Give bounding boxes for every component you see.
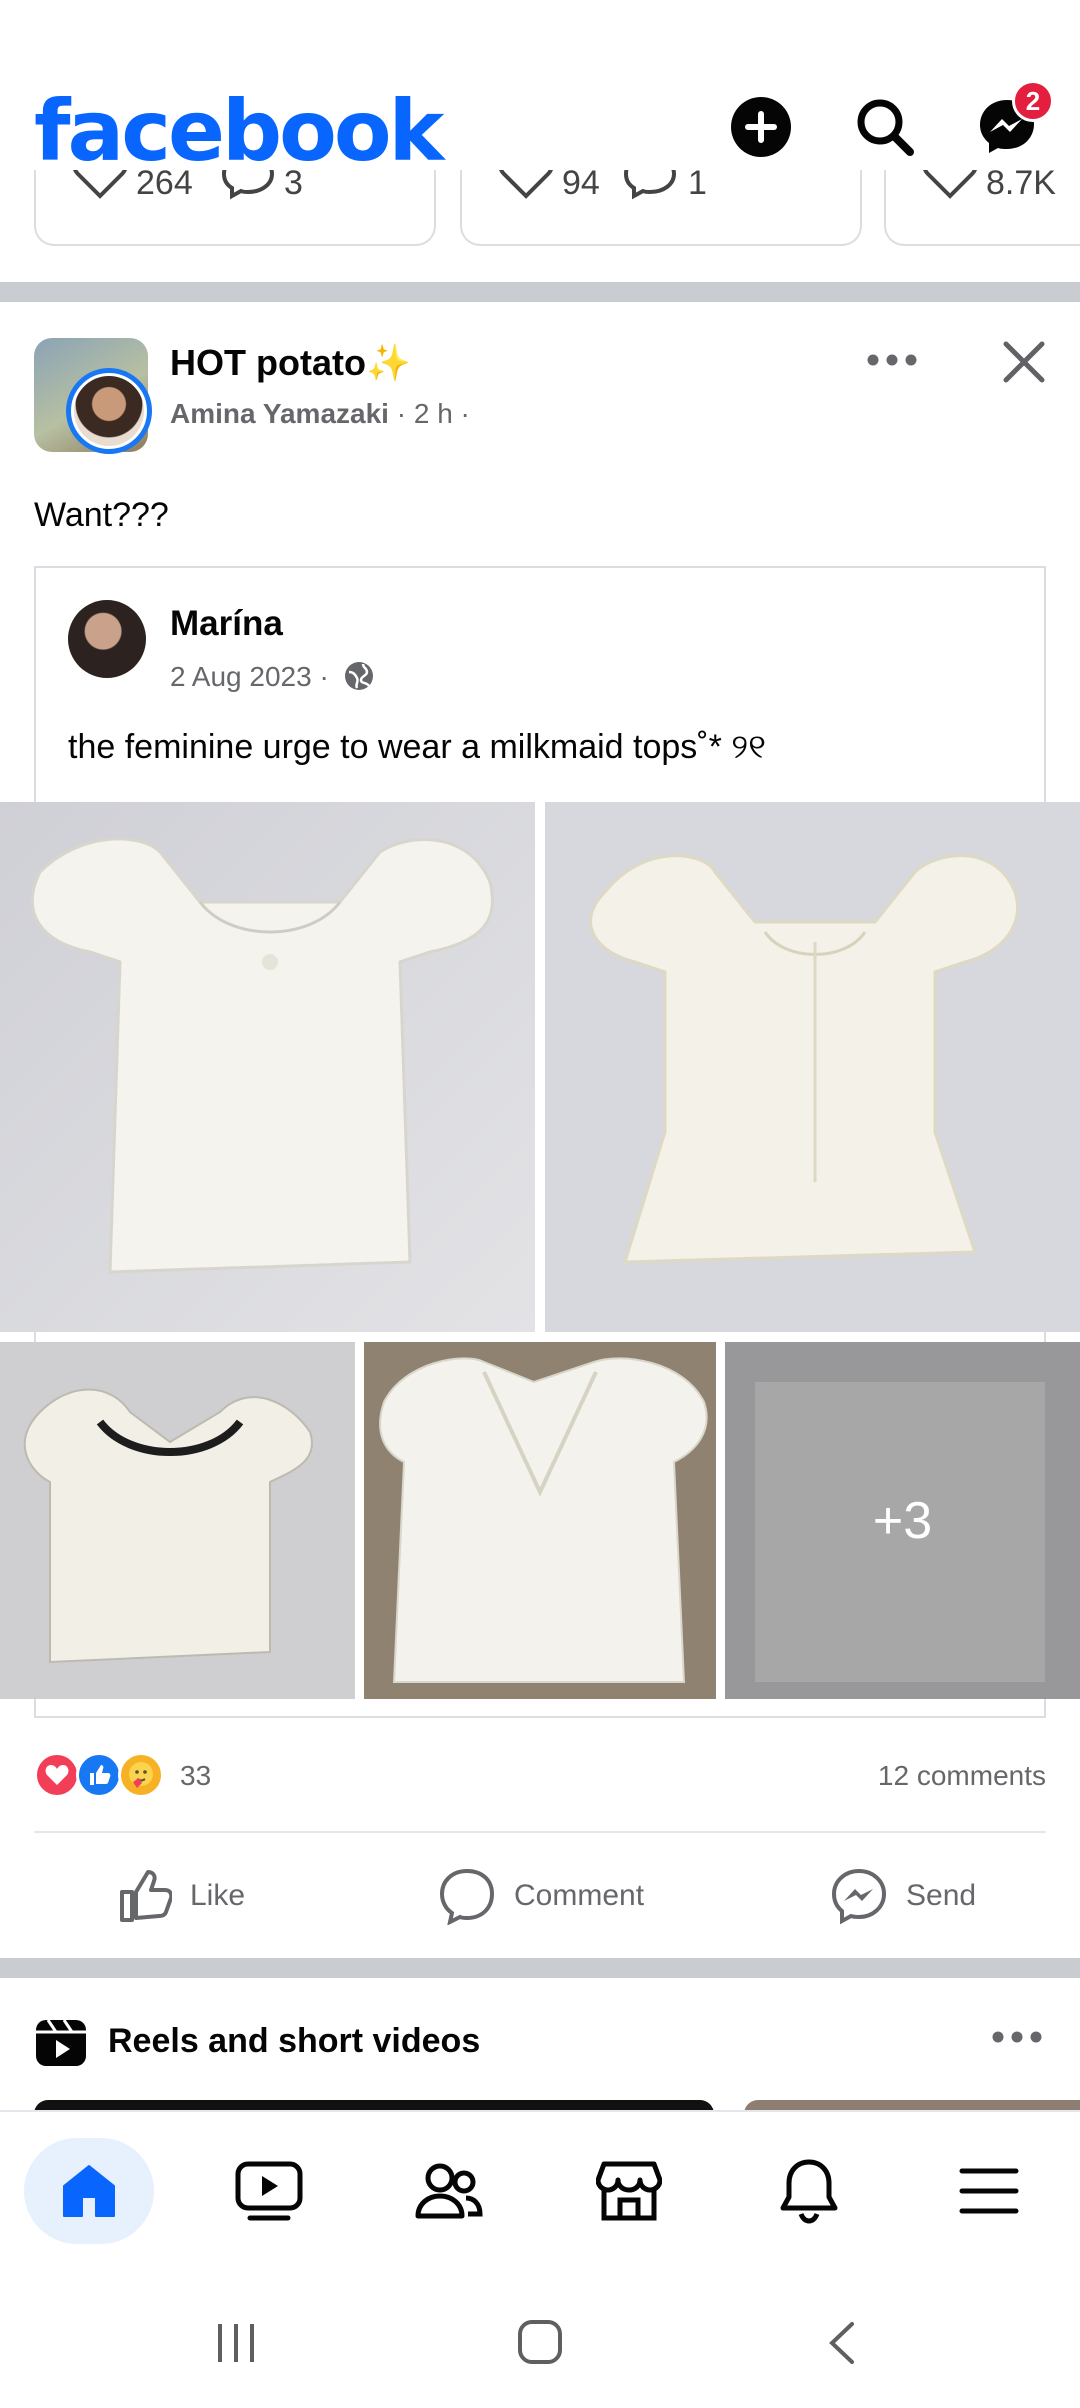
hide-post-button[interactable] xyxy=(996,334,1052,390)
plus-icon xyxy=(731,97,791,157)
shared-post-text: the feminine urge to wear a milkmaid top… xyxy=(68,728,766,766)
story-likes: 264 xyxy=(136,170,193,202)
bell-icon xyxy=(780,2159,838,2224)
globe-icon xyxy=(344,662,373,690)
group-name[interactable]: HOT potato✨ xyxy=(170,342,411,384)
back-button[interactable] xyxy=(824,2320,858,2371)
heart-outline-icon xyxy=(923,170,977,199)
shared-post-date: 2 Aug 2023 · xyxy=(170,660,375,693)
facebook-logo: facebook xyxy=(34,82,444,180)
milkmaid-top-image xyxy=(0,802,535,1332)
nav-home[interactable] xyxy=(24,2138,154,2244)
photo-1[interactable] xyxy=(0,802,535,1332)
story-likes: 8.7K xyxy=(986,170,1056,202)
story-comments: 1 xyxy=(688,170,707,202)
shared-author-name[interactable]: Marína xyxy=(170,604,283,644)
care-reaction-icon xyxy=(118,1752,164,1798)
messenger-send-icon xyxy=(831,1868,887,1925)
more-options-button[interactable] xyxy=(862,340,922,380)
nav-video[interactable] xyxy=(204,2138,334,2244)
marketplace-icon xyxy=(596,2161,662,2221)
nav-friends[interactable] xyxy=(384,2138,514,2244)
menu-icon xyxy=(959,2168,1019,2214)
bottom-navigation xyxy=(0,2110,1080,2270)
comment-label: Comment xyxy=(514,1879,645,1912)
comments-count[interactable]: 12 comments xyxy=(878,1760,1046,1792)
more-dots-icon xyxy=(992,2031,1042,2043)
notification-badge: 2 xyxy=(1012,80,1054,122)
story-card[interactable]: 8.7K xyxy=(884,170,1080,246)
reaction-icons[interactable] xyxy=(34,1752,164,1800)
milkmaid-top-image xyxy=(545,802,1080,1332)
close-icon xyxy=(1003,341,1045,383)
like-icon xyxy=(120,1870,172,1922)
divider xyxy=(34,1831,1046,1833)
comment-button[interactable]: Comment xyxy=(438,1860,644,1932)
create-button[interactable] xyxy=(726,92,796,162)
send-button[interactable]: Send xyxy=(830,1860,976,1932)
feed-separator xyxy=(0,282,1080,302)
heart-outline-icon xyxy=(499,170,553,199)
author-avatar[interactable] xyxy=(66,368,152,454)
post-meta: Amina Yamazaki · 2 h · xyxy=(170,398,470,429)
reels-icon xyxy=(34,2014,88,2068)
app-screen: facebook 2 264 3 94 1 8.7K HOT potato✨ A… xyxy=(0,0,1080,2408)
heart-outline-icon xyxy=(73,170,127,199)
search-button[interactable] xyxy=(850,92,920,162)
nav-notifications[interactable] xyxy=(744,2138,874,2244)
story-card[interactable]: 94 1 xyxy=(460,170,862,246)
search-icon xyxy=(857,99,914,156)
like-button[interactable]: Like xyxy=(116,1860,245,1932)
post-time: 2 h xyxy=(413,398,453,429)
friends-icon xyxy=(415,2163,483,2219)
photo-3[interactable] xyxy=(0,1342,355,1699)
reels-title: Reels and short videos xyxy=(108,2022,481,2060)
recents-icon xyxy=(218,2324,254,2362)
more-dots-icon xyxy=(867,354,917,366)
post-text: Want??? xyxy=(34,496,169,534)
photo-4[interactable] xyxy=(364,1342,716,1699)
nav-marketplace[interactable] xyxy=(564,2138,694,2244)
shared-author-avatar[interactable] xyxy=(68,600,146,678)
feed-separator xyxy=(0,1958,1080,1978)
story-likes: 94 xyxy=(562,170,600,202)
more-photos-overlay[interactable]: +3 xyxy=(725,1342,1080,1699)
reaction-count[interactable]: 33 xyxy=(180,1760,211,1792)
home-icon xyxy=(63,2165,115,2217)
nav-menu[interactable] xyxy=(924,2138,1054,2244)
v-neck-top-image xyxy=(364,1342,716,1699)
back-arrow-icon xyxy=(829,2322,854,2364)
comment-outline-icon xyxy=(221,170,275,200)
photo-2[interactable] xyxy=(545,802,1080,1332)
reels-more-button[interactable] xyxy=(992,2030,1046,2050)
send-label: Send xyxy=(906,1879,977,1912)
author-name[interactable]: Amina Yamazaki xyxy=(170,398,389,429)
love-reaction-icon xyxy=(34,1752,80,1798)
home-square-icon xyxy=(518,2320,562,2364)
like-reaction-icon xyxy=(76,1752,122,1798)
photo-5[interactable]: +3 xyxy=(725,1342,1080,1699)
lace-top-image xyxy=(0,1342,355,1699)
comment-icon xyxy=(439,1868,495,1925)
comment-outline-icon xyxy=(623,170,677,200)
story-comments: 3 xyxy=(284,170,303,202)
recent-apps-button[interactable] xyxy=(214,2322,258,2369)
story-card[interactable]: 264 3 xyxy=(34,170,436,246)
shared-date-text: 2 Aug 2023 xyxy=(170,661,312,692)
home-system-button[interactable] xyxy=(516,2318,564,2371)
like-label: Like xyxy=(190,1879,246,1912)
video-icon xyxy=(235,2161,303,2221)
